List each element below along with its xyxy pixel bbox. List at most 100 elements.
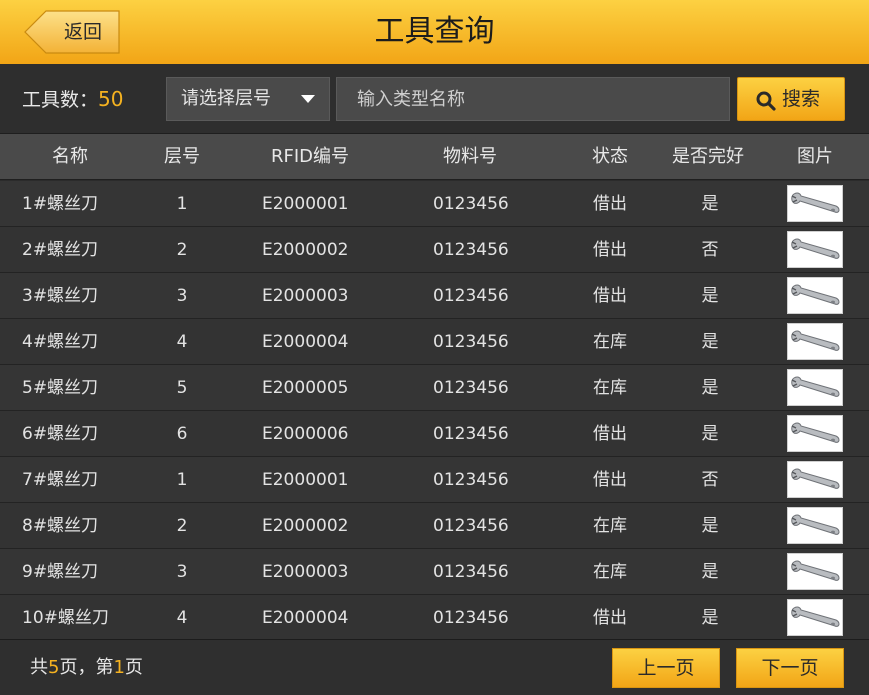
cell-rfid: E2000001 — [262, 194, 349, 214]
table-row[interactable]: 6#螺丝刀 6 E2000006 0123456 借出 是 — [0, 411, 869, 457]
cell-status: 在库 — [593, 378, 627, 398]
pager-middle: 页，第 — [59, 657, 114, 678]
wrench-icon[interactable] — [787, 323, 843, 360]
cell-material: 0123456 — [433, 332, 509, 352]
cell-name: 2#螺丝刀 — [22, 240, 99, 260]
table-row[interactable]: 9#螺丝刀 3 E2000003 0123456 在库 是 — [0, 549, 869, 595]
cell-material: 0123456 — [433, 424, 509, 444]
wrench-icon[interactable] — [787, 599, 843, 636]
table-row[interactable]: 1#螺丝刀 1 E2000001 0123456 借出 是 — [0, 181, 869, 227]
tool-count-label: 工具数： — [22, 89, 99, 111]
cell-status: 借出 — [593, 470, 627, 490]
next-page-button[interactable]: 下一页 — [736, 648, 844, 688]
cell-ok: 是 — [701, 286, 719, 306]
cell-layer: 5 — [176, 378, 188, 398]
search-button[interactable]: 搜索 — [737, 77, 845, 121]
pagination-info: 共5页，第1页 — [30, 640, 143, 695]
total-pages: 5 — [48, 657, 60, 678]
cell-layer: 2 — [176, 240, 188, 260]
search-input[interactable] — [336, 77, 730, 121]
wrench-icon[interactable] — [787, 369, 843, 406]
wrench-icon[interactable] — [787, 231, 843, 268]
table-row[interactable]: 2#螺丝刀 2 E2000002 0123456 借出 否 — [0, 227, 869, 273]
cell-status: 在库 — [593, 332, 627, 352]
cell-rfid: E2000003 — [262, 286, 349, 306]
column-header-image: 图片 — [797, 146, 833, 167]
wrench-icon[interactable] — [787, 415, 843, 452]
cell-material: 0123456 — [433, 286, 509, 306]
cell-material: 0123456 — [433, 562, 509, 582]
wrench-icon[interactable] — [787, 461, 843, 498]
cell-ok: 是 — [701, 516, 719, 536]
pagination-bar: 共5页，第1页 上一页 下一页 — [0, 639, 869, 695]
column-header-ok: 是否完好 — [672, 146, 744, 167]
cell-status: 借出 — [593, 240, 627, 260]
layer-select[interactable]: 请选择层号 — [166, 77, 330, 121]
cell-layer: 3 — [176, 562, 188, 582]
chevron-down-icon — [301, 95, 315, 103]
pager-suffix: 页 — [124, 657, 143, 678]
column-header-layer: 层号 — [164, 146, 200, 167]
cell-layer: 4 — [176, 332, 188, 352]
tool-list: 1#螺丝刀 1 E2000001 0123456 借出 是 2#螺丝刀 2 E2… — [0, 181, 869, 641]
cell-layer: 6 — [176, 424, 188, 444]
cell-layer: 4 — [176, 608, 188, 628]
pager-prefix: 共 — [30, 657, 48, 678]
cell-status: 在库 — [593, 516, 627, 536]
search-button-label: 搜索 — [782, 88, 821, 110]
table-row[interactable]: 8#螺丝刀 2 E2000002 0123456 在库 是 — [0, 503, 869, 549]
cell-material: 0123456 — [433, 240, 509, 260]
cell-rfid: E2000006 — [262, 424, 349, 444]
cell-ok: 是 — [701, 332, 719, 352]
cell-rfid: E2000004 — [262, 608, 349, 628]
cell-name: 7#螺丝刀 — [22, 470, 99, 490]
cell-name: 3#螺丝刀 — [22, 286, 99, 306]
search-icon — [756, 91, 776, 111]
cell-name: 4#螺丝刀 — [22, 332, 99, 352]
column-header-status: 状态 — [592, 146, 628, 167]
table-row[interactable]: 4#螺丝刀 4 E2000004 0123456 在库 是 — [0, 319, 869, 365]
column-header-name: 名称 — [52, 146, 88, 167]
cell-material: 0123456 — [433, 608, 509, 628]
cell-rfid: E2000002 — [262, 516, 349, 536]
cell-material: 0123456 — [433, 516, 509, 536]
table-row[interactable]: 10#螺丝刀 4 E2000004 0123456 借出 是 — [0, 595, 869, 641]
cell-layer: 3 — [176, 286, 188, 306]
cell-material: 0123456 — [433, 378, 509, 398]
cell-status: 借出 — [593, 424, 627, 444]
cell-material: 0123456 — [433, 470, 509, 490]
table-row[interactable]: 5#螺丝刀 5 E2000005 0123456 在库 是 — [0, 365, 869, 411]
cell-name: 5#螺丝刀 — [22, 378, 99, 398]
wrench-icon[interactable] — [787, 507, 843, 544]
header-bar: 返回 工具查询 — [0, 0, 869, 64]
cell-name: 8#螺丝刀 — [22, 516, 99, 536]
cell-name: 9#螺丝刀 — [22, 562, 99, 582]
cell-name: 10#螺丝刀 — [22, 608, 109, 628]
cell-status: 在库 — [593, 562, 627, 582]
cell-status: 借出 — [593, 608, 627, 628]
cell-rfid: E2000002 — [262, 240, 349, 260]
cell-ok: 是 — [701, 608, 719, 628]
cell-rfid: E2000003 — [262, 562, 349, 582]
table-row[interactable]: 7#螺丝刀 1 E2000001 0123456 借出 否 — [0, 457, 869, 503]
table-row[interactable]: 3#螺丝刀 3 E2000003 0123456 借出 是 — [0, 273, 869, 319]
cell-material: 0123456 — [433, 194, 509, 214]
wrench-icon[interactable] — [787, 277, 843, 314]
current-page: 1 — [113, 657, 125, 678]
cell-name: 6#螺丝刀 — [22, 424, 99, 444]
column-header-rfid: RFID编号 — [270, 146, 350, 167]
cell-rfid: E2000004 — [262, 332, 349, 352]
cell-ok: 是 — [701, 562, 719, 582]
column-header-material: 物料号 — [443, 146, 497, 167]
cell-name: 1#螺丝刀 — [22, 194, 99, 214]
cell-status: 借出 — [593, 286, 627, 306]
toolbar: 工具数：50 请选择层号 搜索 — [0, 64, 869, 134]
page-title: 工具查询 — [374, 14, 495, 49]
cell-rfid: E2000001 — [262, 470, 349, 490]
cell-ok: 否 — [701, 470, 719, 490]
wrench-icon[interactable] — [787, 185, 843, 222]
cell-ok: 是 — [701, 378, 719, 398]
table-header: 名称 层号 RFID编号 物料号 状态 是否完好 图片 — [0, 134, 869, 180]
prev-page-button[interactable]: 上一页 — [612, 648, 720, 688]
wrench-icon[interactable] — [787, 553, 843, 590]
